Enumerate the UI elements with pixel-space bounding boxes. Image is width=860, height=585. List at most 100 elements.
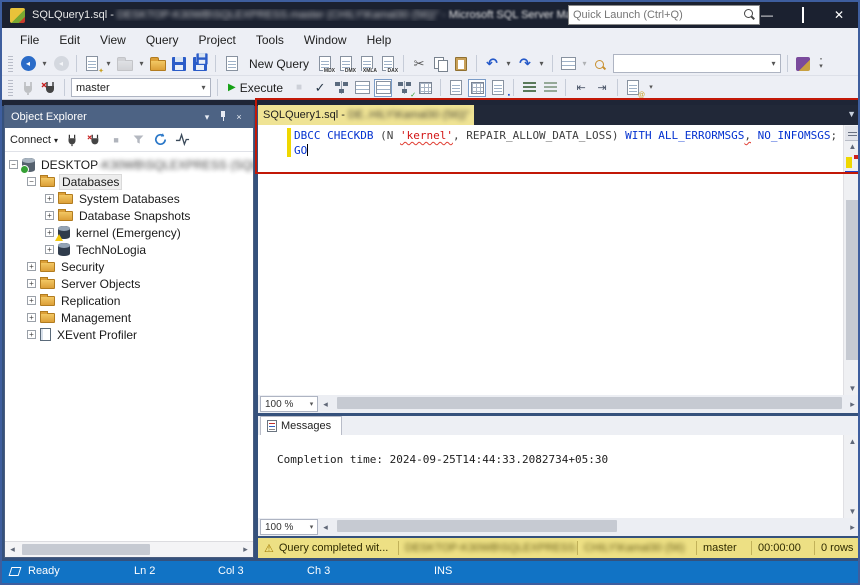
cut-button[interactable] <box>410 55 428 73</box>
object-explorer-hscrollbar[interactable]: ◂ ▸ <box>5 541 253 557</box>
scroll-up-icon[interactable]: ▲ <box>844 437 858 446</box>
database-combobox[interactable]: master ▾ <box>71 78 211 97</box>
quick-launch-box[interactable] <box>568 5 760 25</box>
expander-icon[interactable]: − <box>9 160 18 169</box>
menu-file[interactable]: File <box>10 28 49 52</box>
scroll-right-icon[interactable]: ▸ <box>845 399 858 410</box>
save-button[interactable] <box>170 55 188 73</box>
intellisense-toggle-button[interactable] <box>374 78 393 97</box>
sqlcmd-mode-button[interactable]: @ <box>624 79 645 99</box>
messages-vscrollbar[interactable]: ▲ ▼ <box>843 435 858 518</box>
new-dmx-query-button[interactable]: DMX <box>337 55 358 74</box>
scroll-down-icon[interactable]: ▼ <box>844 507 858 516</box>
execute-button[interactable]: Execute <box>224 79 287 97</box>
window-position-dropdown[interactable]: ▾ <box>199 112 215 123</box>
scroll-left-icon[interactable]: ◂ <box>5 544 20 555</box>
disconnect-button[interactable] <box>86 132 102 148</box>
expander-icon[interactable]: + <box>45 194 54 203</box>
tree-item-database-snapshots[interactable]: + Database Snapshots <box>5 207 253 224</box>
expander-icon[interactable]: + <box>27 330 36 339</box>
scroll-thumb[interactable] <box>337 397 842 409</box>
navigate-back-button[interactable] <box>19 55 37 73</box>
parse-button[interactable] <box>311 79 329 97</box>
chevron-down-icon[interactable]: ▾ <box>197 83 210 92</box>
editor-zoom-combobox[interactable]: 100 % ▾ <box>260 396 318 412</box>
tree-item-technologia-database[interactable]: + TechNoLogia <box>5 241 253 258</box>
new-xmla-query-button[interactable]: XMLA <box>358 55 379 74</box>
tab-messages[interactable]: Messages <box>260 416 343 435</box>
refresh-button[interactable] <box>152 132 168 148</box>
scroll-up-icon[interactable]: ▲ <box>844 142 858 151</box>
chevron-down-icon[interactable]: ▾ <box>767 59 780 68</box>
scroll-left-icon[interactable]: ◂ <box>318 399 333 410</box>
scroll-track[interactable] <box>335 518 845 536</box>
back-dropdown[interactable] <box>40 55 49 73</box>
find-button[interactable] <box>592 55 610 73</box>
sql-prompt-button[interactable] <box>794 55 812 73</box>
undo-button[interactable] <box>483 55 501 73</box>
scroll-thumb[interactable] <box>22 544 150 555</box>
quick-launch-input[interactable] <box>569 9 742 21</box>
expander-icon[interactable]: − <box>27 177 36 186</box>
panel-close-button[interactable]: × <box>231 112 247 122</box>
pin-button[interactable] <box>215 110 231 124</box>
menu-project[interactable]: Project <box>189 28 246 52</box>
expander-icon[interactable]: + <box>45 211 54 220</box>
messages-zoom-combobox[interactable]: 100 % ▾ <box>260 519 318 535</box>
new-project-button[interactable]: ✦ <box>83 55 104 75</box>
minimize-button[interactable]: — <box>760 8 774 22</box>
tree-item-server-objects[interactable]: + Server Objects <box>5 275 253 292</box>
connect-button[interactable] <box>19 79 37 97</box>
scroll-right-icon[interactable]: ▸ <box>238 544 253 555</box>
menu-view[interactable]: View <box>90 28 136 52</box>
stop-button[interactable]: ■ <box>108 132 124 148</box>
new-project-dropdown[interactable] <box>104 55 113 73</box>
tree-item-system-databases[interactable]: + System Databases <box>5 190 253 207</box>
uncomment-selection-button[interactable] <box>541 79 559 97</box>
redo-button[interactable] <box>516 55 534 73</box>
expander-icon[interactable]: + <box>45 228 54 237</box>
activity-monitor-button[interactable] <box>559 55 577 73</box>
messages-pane[interactable]: Completion time: 2024-09-25T14:44:33.208… <box>258 435 858 518</box>
navigate-forward-button[interactable] <box>52 55 70 73</box>
toolbar-overflow-button[interactable]: ▾ <box>645 84 657 91</box>
tree-item-security[interactable]: + Security <box>5 258 253 275</box>
tree-item-databases[interactable]: − Databases <box>5 173 253 190</box>
cancel-query-button[interactable] <box>290 79 308 97</box>
scroll-track[interactable] <box>20 542 238 557</box>
expander-icon[interactable]: + <box>27 279 36 288</box>
close-button[interactable]: ✕ <box>832 8 846 22</box>
maximize-button[interactable] <box>796 7 810 23</box>
results-to-grid-button[interactable] <box>468 78 487 97</box>
query-options-button[interactable] <box>353 79 371 97</box>
save-all-button[interactable] <box>191 52 209 73</box>
document-list-dropdown[interactable]: ▼ <box>847 109 856 119</box>
toolbar-overflow-button[interactable]: '' ▾ <box>815 58 827 70</box>
connect-object-button[interactable] <box>64 132 80 148</box>
new-query-button[interactable]: New Query <box>249 57 309 71</box>
expander-icon[interactable]: + <box>27 313 36 322</box>
results-to-file-button[interactable]: ▪ <box>489 79 510 99</box>
include-actual-plan-button[interactable]: ✓ <box>395 79 416 99</box>
undo-dropdown[interactable] <box>504 55 513 73</box>
increase-indent-button[interactable]: ⇥ <box>593 79 611 97</box>
editor-vscrollbar[interactable]: ▲ ▼ <box>843 125 858 395</box>
change-connection-button[interactable] <box>40 79 58 97</box>
menu-edit[interactable]: Edit <box>49 28 90 52</box>
menu-window[interactable]: Window <box>294 28 357 52</box>
tree-item-server[interactable]: − DESKTOP-K30WB\SQLEXPRESS (SQL Serv <box>5 156 253 174</box>
toolbar-grip[interactable] <box>8 55 13 72</box>
scroll-left-icon[interactable]: ◂ <box>318 522 333 533</box>
expander-icon[interactable]: + <box>45 245 54 254</box>
results-to-text-button[interactable] <box>447 79 465 97</box>
object-explorer-header[interactable]: Object Explorer ▾ × <box>5 106 253 128</box>
filter-button[interactable] <box>130 132 146 148</box>
open-file-button[interactable] <box>116 55 134 73</box>
open-folder-button[interactable] <box>149 55 167 73</box>
new-mdx-query-button[interactable]: MDX <box>316 55 337 74</box>
scroll-right-icon[interactable]: ▸ <box>845 522 858 533</box>
scroll-track[interactable] <box>335 395 845 413</box>
tab-sqlquery1[interactable]: SQLQuery1.sql - DE..HILY\Kamal30 (56))" … <box>258 105 474 125</box>
sql-editor[interactable]: DBCC CHECKDB (N 'kernel', REPAIR_ALLOW_D… <box>258 125 858 395</box>
expander-icon[interactable]: + <box>27 296 36 305</box>
